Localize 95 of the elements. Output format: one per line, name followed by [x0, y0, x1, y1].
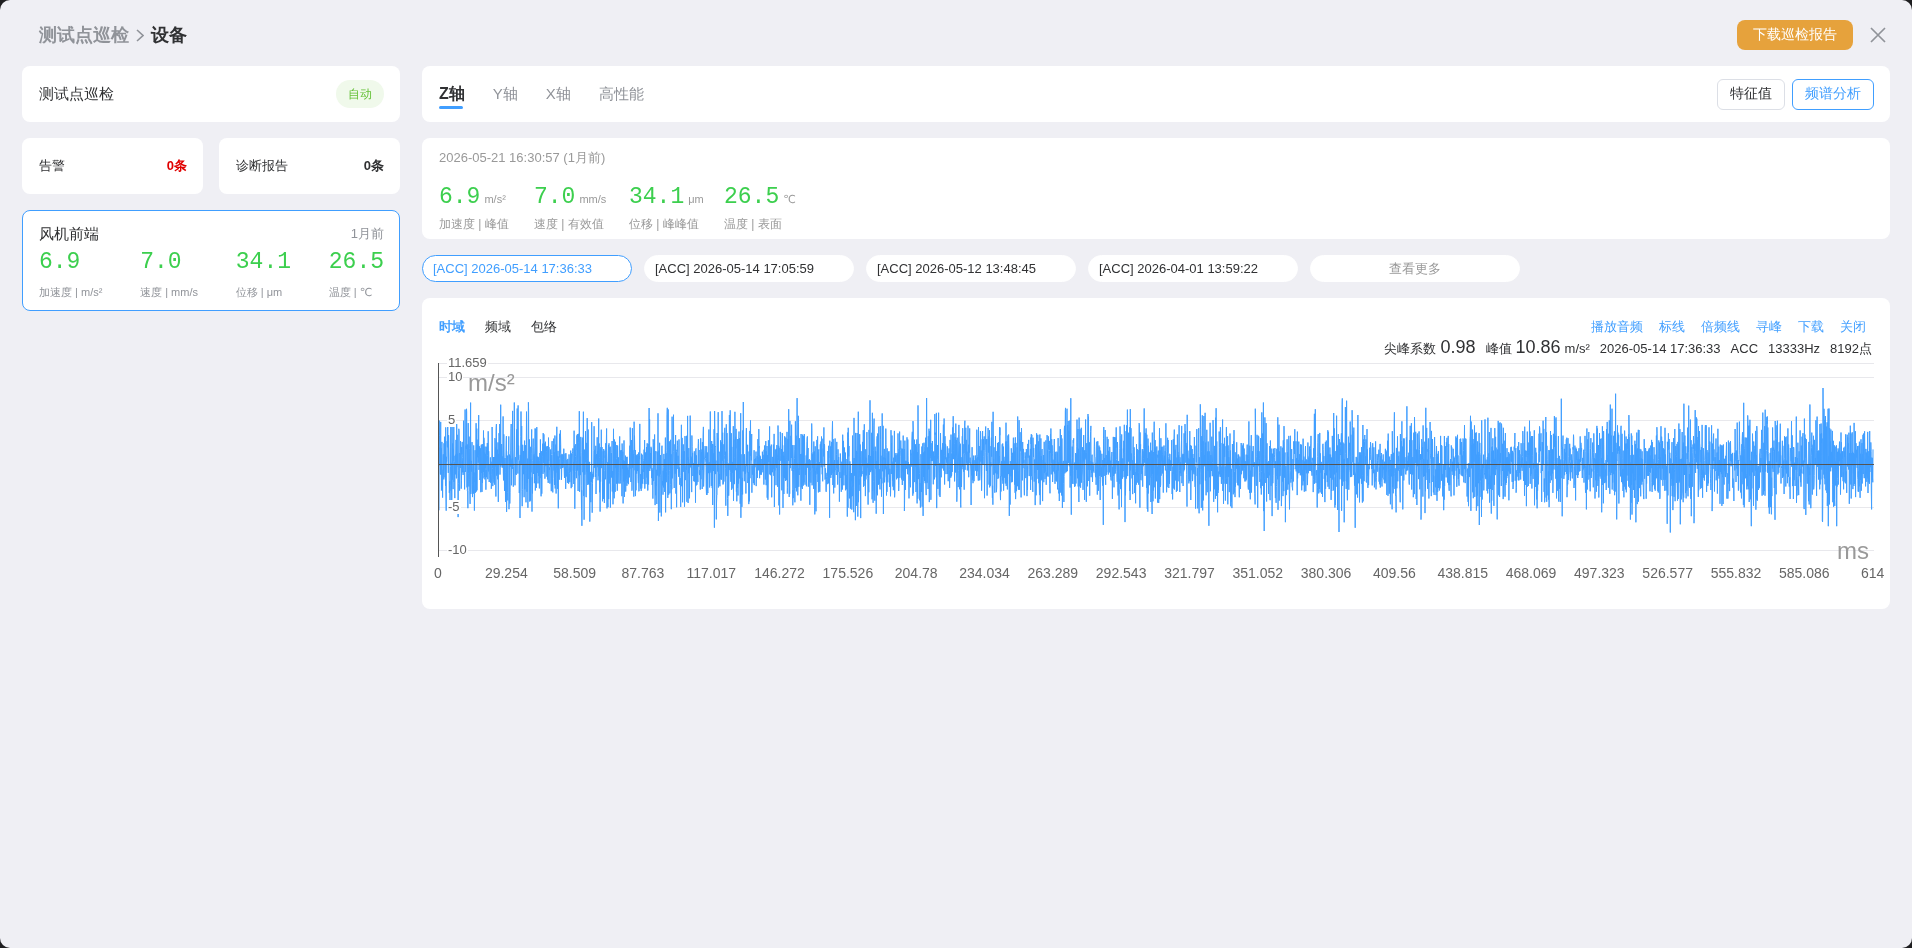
reading-label: 位移 | μm — [235, 286, 284, 299]
x-tick-label: 321.797 — [1164, 565, 1215, 581]
x-tick-label: 409.56 — [1373, 565, 1416, 581]
x-tick-label: 585.086 — [1779, 565, 1830, 581]
x-tick-label: 29.254 — [484, 565, 528, 581]
reading-label: 速度 | mm/s — [140, 286, 198, 299]
action-link[interactable]: 关闭 — [1840, 318, 1866, 336]
close-icon[interactable] — [1870, 27, 1886, 43]
record-info-text: ACC — [1730, 340, 1759, 358]
metric-value: 34.1 — [629, 183, 685, 211]
y-tick-label: 5 — [447, 413, 457, 427]
axis-tab[interactable]: Z轴 — [439, 79, 465, 109]
metric-unit: μm — [688, 193, 704, 205]
x-tick-label: 614 — [1860, 565, 1885, 581]
record-info-text: 8192点 — [1830, 340, 1872, 358]
x-tick-label: 58.509 — [553, 565, 597, 581]
x-tick-label: 351.052 — [1232, 565, 1284, 581]
metric-label: 加速度 | 峰值 — [439, 217, 510, 231]
axis-tab[interactable]: X轴 — [545, 79, 571, 109]
x-tick-label: 175.526 — [822, 565, 874, 581]
action-link[interactable]: 播放音频 — [1591, 318, 1643, 336]
y-tick-label: -5 — [447, 500, 461, 514]
metric-label: 位移 | 峰峰值 — [629, 217, 700, 231]
metric-unit: m/s² — [484, 193, 506, 205]
metric-unit: mm/s — [579, 193, 607, 205]
x-tick-label: 497.323 — [1574, 565, 1625, 581]
counter-count: 0条 — [363, 157, 384, 175]
x-tick-label: 204.78 — [894, 565, 938, 581]
x-tick-label: 438.815 — [1437, 565, 1488, 581]
more-button[interactable]: 查看更多 — [1310, 255, 1520, 282]
action-link[interactable]: 寻峰 — [1756, 318, 1782, 336]
metric-value: 26.5 — [724, 183, 780, 211]
chevron-right-icon — [136, 28, 144, 42]
action-link[interactable]: 标线 — [1659, 318, 1685, 336]
x-tick-label: 380.306 — [1300, 565, 1352, 581]
stat-label: 峰值 — [1485, 340, 1512, 358]
metric-value: 7.0 — [534, 183, 576, 211]
counter-card[interactable]: 诊断报告 0条 — [219, 138, 400, 194]
view-tab[interactable]: 频域 — [485, 318, 511, 336]
patrol-title: 测试点巡检 — [39, 84, 114, 104]
x-tick-label: 87.763 — [621, 565, 665, 581]
y-unit-label: m/s² — [468, 371, 515, 395]
record-info-text: 2026-05-14 17:36:33 — [1599, 340, 1721, 358]
counter-label: 诊断报告 — [236, 157, 288, 175]
reading-label: 加速度 | m/s² — [39, 286, 103, 299]
download-report-button[interactable]: 下载巡检报告 — [1737, 20, 1853, 50]
stat-value: 0.98 — [1440, 338, 1476, 356]
counter-count: 0条 — [166, 157, 187, 175]
x-tick-label: 234.034 — [959, 565, 1010, 581]
record-info-text: 13333Hz — [1768, 340, 1821, 358]
reading-value: 34.1 — [235, 249, 291, 275]
record-button[interactable]: [ACC] 2026-05-14 17:36:33 — [422, 255, 632, 282]
x-tick-label: 146.272 — [754, 565, 805, 581]
axis-tab[interactable]: 高性能 — [598, 79, 644, 109]
reading-value: 26.5 — [328, 249, 384, 275]
device-name: 风机前端 — [39, 224, 99, 244]
stat-label: 尖峰系数 — [1384, 340, 1437, 358]
mode-badge: 自动 — [336, 80, 384, 108]
x-tick-label: 468.069 — [1505, 565, 1557, 581]
y-tick-label: -10 — [447, 543, 468, 557]
x-tick-label: 292.543 — [1095, 565, 1147, 581]
x-unit-label: ms — [1837, 539, 1869, 563]
axis-tab[interactable]: Y轴 — [492, 79, 518, 109]
x-tick-label: 263.289 — [1027, 565, 1079, 581]
x-tick-label: 117.017 — [686, 565, 737, 581]
view-tab[interactable]: 时域 — [439, 318, 465, 336]
counter-card[interactable]: 告警 0条 — [22, 138, 203, 194]
x-tick-label: 526.577 — [1642, 565, 1693, 581]
counter-label: 告警 — [39, 157, 65, 175]
view-tab[interactable]: 包络 — [531, 318, 557, 336]
reading-label: 温度 | ℃ — [328, 286, 374, 299]
action-link[interactable]: 倍频线 — [1701, 318, 1740, 336]
breadcrumb-link[interactable]: 测试点巡检 — [39, 23, 129, 47]
summary-timestamp: 2026-05-21 16:30:57 (1月前) — [439, 150, 607, 165]
metric-value: 6.9 — [439, 183, 481, 211]
metric-label: 温度 | 表面 — [724, 217, 783, 231]
y-tick-label: 11.659 — [447, 356, 488, 370]
device-time: 1月前 — [350, 225, 384, 243]
stat-unit: m/s² — [1564, 340, 1590, 358]
action-link[interactable]: 下载 — [1798, 318, 1824, 336]
stat-value: 10.86 — [1515, 338, 1561, 356]
reading-value: 6.9 — [39, 249, 82, 275]
tool-button[interactable]: 特征值 — [1717, 78, 1785, 110]
record-button[interactable]: [ACC] 2026-05-12 13:48:45 — [866, 255, 1076, 282]
x-tick-label: 0 — [434, 565, 442, 581]
tool-button[interactable]: 频谱分析 — [1792, 78, 1874, 110]
record-button[interactable]: [ACC] 2026-04-01 13:59:22 — [1088, 255, 1298, 282]
record-button[interactable]: [ACC] 2026-05-14 17:05:59 — [644, 255, 854, 282]
metric-unit: ℃ — [783, 193, 796, 206]
breadcrumb-current: 设备 — [151, 24, 187, 47]
reading-value: 7.0 — [140, 249, 183, 275]
y-tick-label: 10 — [447, 370, 464, 384]
metric-label: 速度 | 有效值 — [534, 217, 605, 231]
device-card[interactable]: 风机前端 1月前 6.9 加速度 | m/s² 7.0 速度 | mm/s 34.1 位移 | μm 26.5 温度 | ℃ — [22, 210, 400, 311]
x-tick-label: 555.832 — [1710, 565, 1762, 581]
